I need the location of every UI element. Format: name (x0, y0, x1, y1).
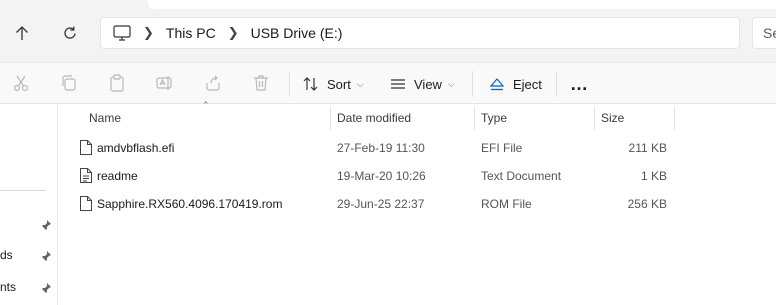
toolbar-divider (289, 71, 290, 97)
file-type: ROM File (481, 197, 532, 211)
view-list-icon (391, 79, 405, 89)
column-divider[interactable] (474, 106, 475, 130)
sort-label: Sort (327, 76, 351, 92)
nav-item-downloads[interactable]: ds (0, 248, 13, 262)
toolbar-divider (556, 71, 557, 97)
eject-icon (489, 78, 505, 91)
column-divider[interactable] (594, 106, 595, 130)
paste-icon[interactable] (107, 73, 127, 93)
column-divider[interactable] (330, 106, 331, 130)
breadcrumb-usb-drive[interactable]: USB Drive (E:) (251, 25, 343, 41)
file-name: readme (97, 169, 138, 183)
search-input[interactable]: Se (752, 17, 776, 49)
eject-label: Eject (513, 76, 542, 92)
pin-icon[interactable] (40, 250, 52, 262)
eject-button[interactable]: Eject (489, 72, 542, 96)
sort-button[interactable]: Sort ⌵ (303, 72, 364, 96)
navigation-pane: ds nts (0, 104, 58, 305)
file-size: 211 KB (628, 141, 667, 155)
column-header-date[interactable]: Date modified (337, 106, 411, 130)
chevron-down-icon: ⌵ (447, 78, 455, 89)
refresh-icon (64, 26, 76, 39)
title-strip (148, 0, 776, 9)
chevron-right-icon[interactable]: ❯ (143, 25, 154, 41)
file-name: Sapphire.RX560.4096.170419.rom (97, 197, 283, 211)
chevron-down-icon: ⌵ (356, 78, 364, 89)
sort-indicator-icon: ⌃ (202, 100, 210, 110)
chevron-right-icon[interactable]: ❯ (228, 25, 239, 41)
file-name: amdvbflash.efi (97, 141, 175, 155)
column-header-type[interactable]: Type (481, 106, 507, 130)
file-type: Text Document (481, 169, 562, 183)
column-divider[interactable] (674, 106, 675, 130)
up-button[interactable] (9, 20, 35, 46)
monitor-icon (113, 25, 131, 41)
file-row[interactable]: amdvbflash.efi 27-Feb-19 11:30 EFI File … (60, 134, 776, 162)
breadcrumb-this-pc[interactable]: This PC (166, 25, 216, 41)
delete-icon[interactable] (251, 73, 271, 93)
sort-icon (303, 77, 318, 91)
file-icon (80, 140, 92, 155)
column-header-size[interactable]: Size (601, 106, 624, 130)
file-type: EFI File (481, 141, 523, 155)
file-size: 1 KB (640, 169, 667, 183)
text-file-icon (80, 168, 92, 183)
file-date: 29-Jun-25 22:37 (337, 197, 425, 211)
view-label: View (414, 76, 442, 92)
copy-icon[interactable] (59, 73, 79, 93)
view-button[interactable]: View ⌵ (390, 72, 455, 96)
file-icon (80, 196, 92, 211)
nav-item-documents[interactable]: nts (0, 280, 16, 294)
nav-divider (0, 190, 46, 191)
address-bar-row: ❯ This PC ❯ USB Drive (E:) Se (0, 0, 776, 62)
pin-icon[interactable] (40, 282, 52, 294)
file-size: 256 KB (627, 197, 667, 211)
file-date: 19-Mar-20 10:26 (337, 169, 426, 183)
file-date: 27-Feb-19 11:30 (337, 141, 425, 155)
column-header-name[interactable]: Name (89, 106, 121, 130)
command-bar: Sort ⌵ View ⌵ Eject … (0, 62, 776, 104)
toolbar-divider (472, 71, 473, 97)
file-row[interactable]: Sapphire.RX560.4096.170419.rom 29-Jun-25… (60, 190, 776, 218)
more-options-button[interactable]: … (570, 72, 589, 96)
cut-icon[interactable] (11, 73, 31, 93)
file-row[interactable]: readme 19-Mar-20 10:26 Text Document 1 K… (60, 162, 776, 190)
share-icon[interactable] (203, 73, 223, 93)
refresh-button[interactable] (57, 20, 83, 46)
pin-icon[interactable] (40, 219, 52, 231)
breadcrumb[interactable]: ❯ This PC ❯ USB Drive (E:) (100, 17, 740, 49)
arrow-up-icon (16, 26, 28, 40)
rename-icon[interactable] (155, 73, 175, 93)
